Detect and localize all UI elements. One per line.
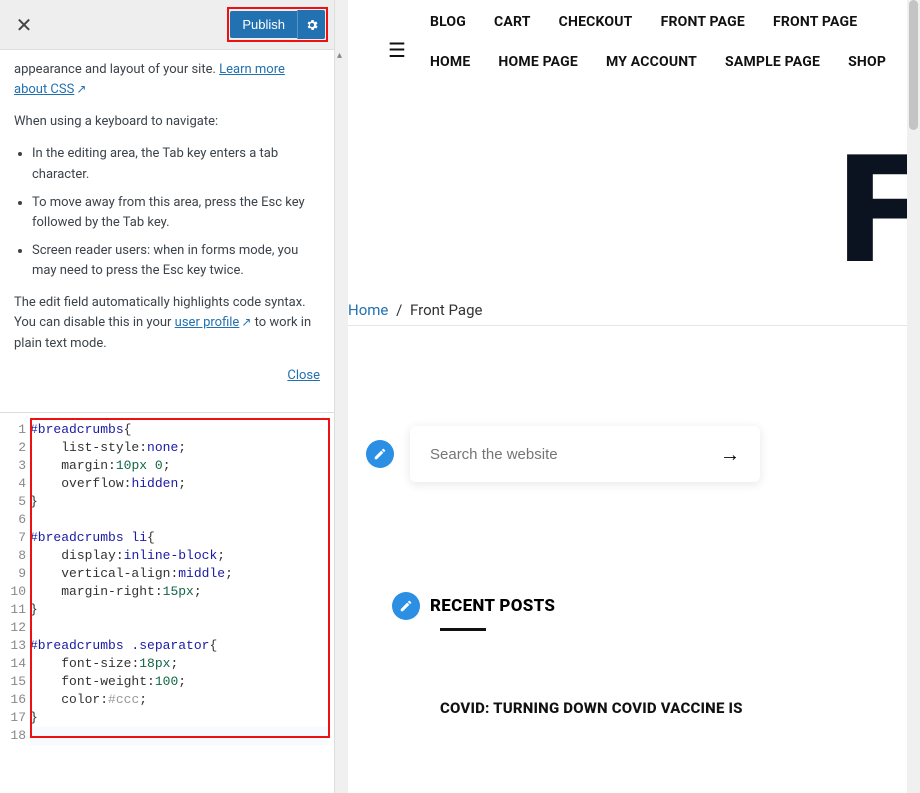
search-block: → (348, 426, 920, 482)
nav-link[interactable]: CHECKOUT (559, 14, 633, 30)
site-preview: ☰ BLOG CART CHECKOUT FRONT PAGE FRONT PAGE HO… (348, 0, 920, 793)
recent-post-title[interactable]: COVID: TURNING DOWN COVID VACCINE IS (440, 699, 920, 717)
customizer-panel: ✕ Publish appearance and layout of your … (0, 0, 335, 793)
kb-heading: When using a keyboard to navigate: (14, 112, 320, 132)
nav-link[interactable]: HOME (430, 54, 470, 70)
help-bullet: In the editing area, the Tab key enters … (32, 144, 320, 184)
help-intro: appearance and layout of your site. (14, 62, 219, 77)
pencil-icon[interactable] (366, 440, 394, 468)
nav-link[interactable]: BLOG (430, 14, 466, 30)
close-link[interactable]: Close (287, 368, 320, 383)
nav-link[interactable]: SAMPLE PAGE (725, 54, 820, 70)
publish-highlight: Publish (227, 7, 328, 42)
code-line[interactable] (30, 511, 328, 529)
code-line[interactable]: overflow:hidden; (30, 475, 328, 493)
arrow-right-icon[interactable]: → (720, 442, 740, 467)
nav-link[interactable]: MY ACCOUNT (606, 54, 697, 70)
hero-curve (348, 78, 920, 128)
nav-link[interactable]: FRONT PAGE (773, 14, 857, 30)
code-line[interactable] (30, 619, 328, 637)
scrollbar-thumb[interactable] (909, 0, 918, 130)
code-line[interactable] (30, 727, 328, 745)
external-icon: ↗ (76, 80, 86, 99)
gear-icon[interactable] (297, 10, 325, 39)
code-area[interactable]: #breadcrumbs{ list-style:none; margin:10… (30, 421, 334, 793)
pencil-icon[interactable] (392, 592, 420, 620)
panel-toolbar: ✕ Publish (0, 0, 334, 50)
nav-links: BLOG CART CHECKOUT FRONT PAGE FRONT PAGE HOME… (430, 14, 900, 70)
code-line[interactable]: } (30, 709, 328, 727)
code-line[interactable]: margin-right:15px; (30, 583, 328, 601)
nav-link[interactable]: HOME PAGE (498, 54, 578, 70)
site-nav: ☰ BLOG CART CHECKOUT FRONT PAGE FRONT PAGE HO… (348, 0, 920, 78)
search-input[interactable] (430, 446, 720, 463)
recent-heading: RECENT POSTS (430, 596, 555, 616)
nav-link[interactable]: FRONT PAGE (661, 14, 745, 30)
hamburger-icon[interactable]: ☰ (388, 38, 406, 62)
nav-link[interactable]: SHOP (848, 54, 886, 70)
code-line[interactable]: #breadcrumbs{ (30, 421, 328, 439)
code-line[interactable]: color:#ccc; (30, 691, 328, 709)
panel-scroll-rail[interactable]: ▴ (335, 0, 348, 793)
preview-scrollbar[interactable] (907, 0, 920, 793)
breadcrumb-home[interactable]: Home (348, 301, 388, 319)
external-icon: ↗ (241, 313, 251, 332)
code-line[interactable]: #breadcrumbs li{ (30, 529, 328, 547)
code-line[interactable]: #breadcrumbs .separator{ (30, 637, 328, 655)
line-gutter: 123456789101112131415161718 (0, 421, 30, 793)
help-bullet: To move away from this area, press the E… (32, 193, 320, 233)
chevron-up-icon: ▴ (337, 50, 342, 61)
close-icon[interactable]: ✕ (6, 7, 42, 43)
recent-posts: RECENT POSTS COVID: TURNING DOWN COVID V… (348, 592, 920, 717)
hero: F (348, 78, 920, 283)
code-line[interactable]: vertical-align:middle; (30, 565, 328, 583)
code-line[interactable]: font-size:18px; (30, 655, 328, 673)
search-box: → (410, 426, 760, 482)
code-line[interactable]: margin:10px 0; (30, 457, 328, 475)
code-line[interactable]: list-style:none; (30, 439, 328, 457)
css-editor[interactable]: 123456789101112131415161718 #breadcrumbs… (0, 412, 334, 793)
help-list: In the editing area, the Tab key enters … (14, 144, 320, 281)
code-line[interactable]: font-weight:100; (30, 673, 328, 691)
breadcrumb: Home / Front Page (348, 283, 920, 326)
user-profile-link[interactable]: user profile (175, 315, 240, 330)
heading-underline (440, 628, 486, 631)
nav-link[interactable]: CART (494, 14, 531, 30)
code-line[interactable]: display:inline-block; (30, 547, 328, 565)
breadcrumb-sep: / (396, 301, 402, 319)
help-text: appearance and layout of your site. Lear… (0, 50, 334, 412)
breadcrumb-current: Front Page (410, 301, 482, 319)
publish-button[interactable]: Publish (230, 11, 297, 38)
help-bullet: Screen reader users: when in forms mode,… (32, 241, 320, 281)
code-line[interactable]: } (30, 493, 328, 511)
code-line[interactable]: } (30, 601, 328, 619)
